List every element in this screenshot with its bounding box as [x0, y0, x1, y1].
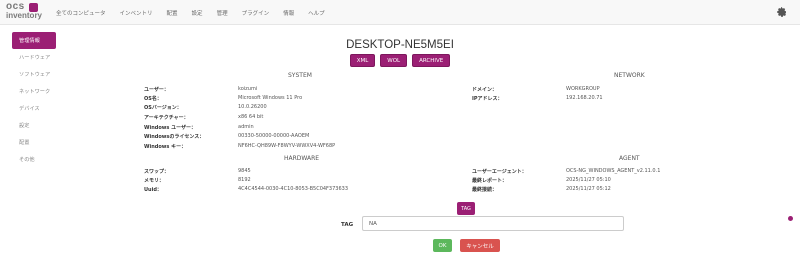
main-menu: 全てのコンピュータ インベントリ 配置 設定 管理 プラグイン 情報 ヘルプ — [56, 0, 339, 25]
sidebar-item-software[interactable]: ソフトウェア — [12, 66, 56, 83]
network-section-title: NETWORK — [614, 72, 645, 79]
system-label-user: ユーザー： — [144, 87, 169, 93]
network-label-domain: ドメイン： — [472, 87, 498, 93]
sidebar-item-deployment[interactable]: 配置 — [12, 134, 56, 151]
hardware-value-uuid: 4C4C4544-0030-4C10-8053-B5C04F373633 — [238, 186, 349, 192]
ocs-inventory-logo[interactable]: ocs inventory — [6, 1, 46, 22]
system-value-windows-license: 00330-50000-00000-AAOEM — [238, 133, 310, 139]
system-label-windows-license: Windowsのライセンス： — [144, 134, 205, 140]
nav-information[interactable]: 情報 — [283, 9, 294, 17]
system-value-windows-key: NF6HC-QH89W-F8WYV-WWXV4-WF68P — [238, 143, 336, 149]
hardware-value-memory: 8192 — [238, 177, 251, 183]
agent-label-user-agent: ユーザーエージェント： — [472, 169, 527, 175]
system-section-title: SYSTEM — [288, 72, 312, 79]
network-value-ip: 192.168.20.71 — [566, 95, 603, 101]
page-title: DESKTOP-NE5M5EI — [346, 39, 454, 51]
system-label-os-name: OS名： — [144, 96, 162, 102]
agent-label-last-contact: 最終接続： — [472, 187, 498, 193]
system-value-windows-user: admin — [238, 124, 254, 130]
hardware-value-swap: 9845 — [238, 168, 251, 174]
system-label-architecture: アーキテクチャー： — [144, 115, 189, 121]
top-navbar: ocs inventory 全てのコンピュータ インベントリ 配置 設定 管理 … — [0, 0, 800, 25]
system-value-os-name: Microsoft Windows 11 Pro — [238, 95, 303, 101]
agent-value-user-agent: OCS-NG_WINDOWS_AGENT_v2.11.0.1 — [566, 168, 661, 174]
system-value-architecture: x86 64 bit — [238, 114, 264, 120]
nav-all-computers[interactable]: 全てのコンピュータ — [56, 9, 106, 17]
wol-button[interactable]: WOL — [380, 54, 408, 67]
nav-configuration[interactable]: 設定 — [192, 9, 203, 17]
system-label-os-version: OSバージョン： — [144, 105, 182, 111]
nav-plugins[interactable]: プラグイン — [242, 9, 270, 17]
system-label-windows-key: Windows キー： — [144, 144, 187, 150]
sidebar: 管理情報 ハードウェア ソフトウェア ネットワーク デバイス 設定 配置 その他 — [12, 32, 56, 168]
gear-icon[interactable] — [777, 7, 787, 17]
logo-text-bottom: inventory — [6, 11, 43, 20]
sidebar-item-configuration[interactable]: 設定 — [12, 117, 56, 134]
tag-input[interactable]: NA — [362, 216, 624, 231]
network-value-domain: WORKGROUP — [566, 86, 600, 92]
sidebar-item-other[interactable]: その他 — [12, 151, 56, 168]
xml-button[interactable]: XML — [349, 54, 376, 67]
ok-button[interactable]: OK — [433, 239, 452, 252]
agent-label-last-report: 最終レポート： — [472, 178, 508, 184]
floating-dot-indicator[interactable] — [788, 216, 793, 221]
cancel-button[interactable]: キャンセル — [460, 239, 500, 252]
hardware-label-uuid: Uuid： — [144, 187, 162, 193]
agent-section-title: AGENT — [619, 155, 640, 162]
nav-deployment[interactable]: 配置 — [167, 9, 178, 17]
system-value-os-version: 10.0.26200 — [238, 104, 267, 110]
system-value-user: koizumi — [238, 86, 258, 92]
sidebar-item-network[interactable]: ネットワーク — [12, 83, 56, 100]
sidebar-item-devices[interactable]: デバイス — [12, 100, 56, 117]
nav-inventory[interactable]: インベントリ — [120, 9, 153, 17]
agent-value-last-contact: 2025/11/27 05:12 — [566, 186, 611, 192]
tag-field-label: TAG — [341, 222, 354, 228]
action-buttons: XML WOL ARCHIVE — [0, 54, 800, 67]
agent-value-last-report: 2025/11/27 05:10 — [566, 177, 611, 183]
nav-help[interactable]: ヘルプ — [308, 9, 325, 17]
hardware-label-memory: メモリ： — [144, 178, 165, 184]
network-label-ip: IPアドレス： — [472, 96, 503, 102]
hardware-label-swap: スワップ： — [144, 169, 170, 175]
system-label-windows-user: Windows ユーザー： — [144, 125, 197, 131]
nav-manage[interactable]: 管理 — [217, 9, 228, 17]
archive-button[interactable]: ARCHIVE — [412, 54, 451, 67]
hardware-section-title: HARDWARE — [284, 155, 320, 162]
tag-button[interactable]: TAG — [457, 202, 475, 215]
